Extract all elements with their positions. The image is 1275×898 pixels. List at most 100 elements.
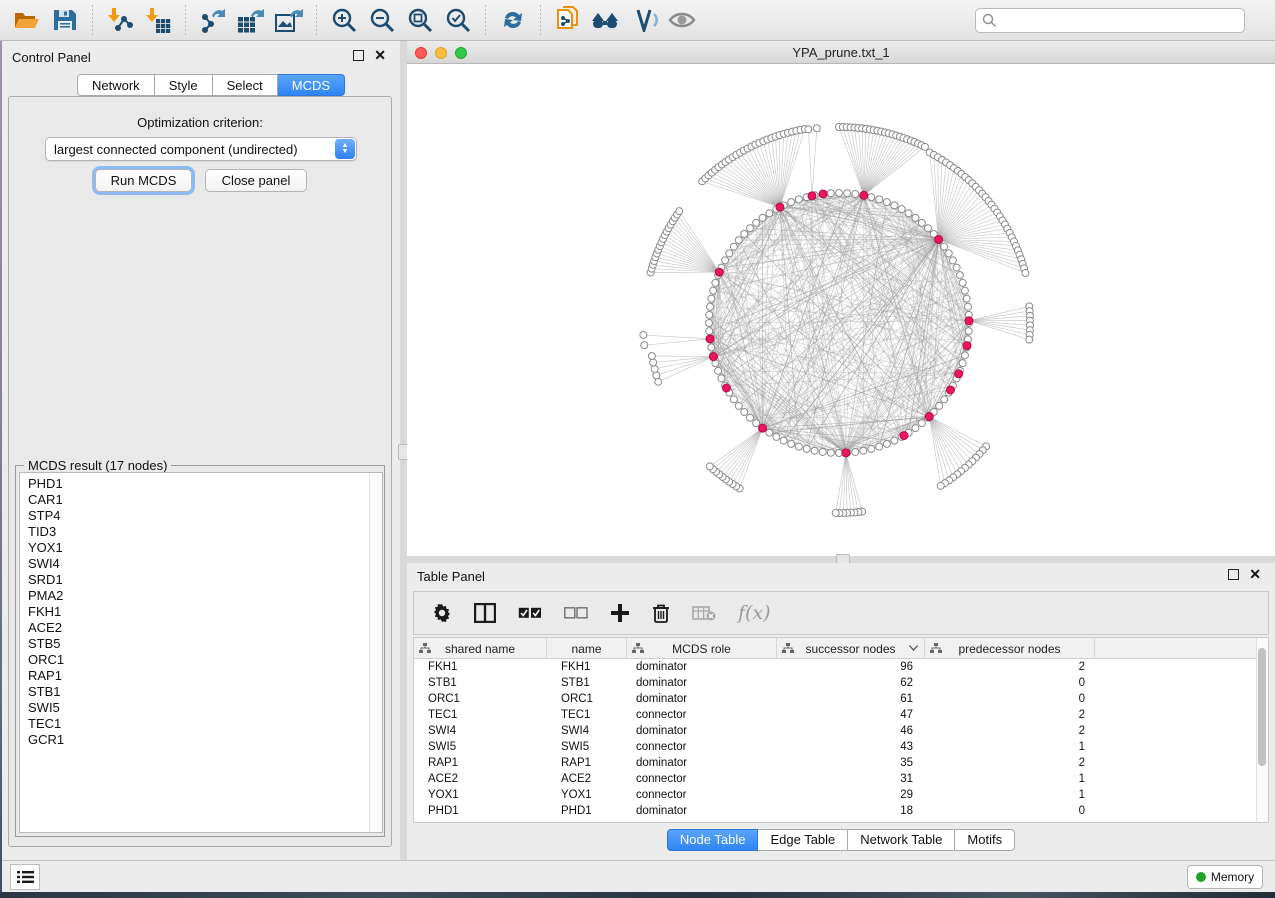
table-row[interactable]: YOX1YOX1connector291 (414, 787, 1257, 803)
graph-node[interactable] (868, 445, 875, 452)
graph-node[interactable] (891, 437, 898, 444)
clone-network-icon[interactable] (549, 3, 587, 37)
run-mcds-button[interactable]: Run MCDS (95, 169, 192, 192)
table-row[interactable]: FKH1FKH1dominator962 (414, 659, 1257, 675)
graph-mcds-node[interactable] (860, 191, 868, 199)
graph-node[interactable] (706, 328, 713, 335)
export-image-icon[interactable] (270, 3, 308, 37)
table-row[interactable]: SWI5SWI5connector431 (414, 739, 1257, 755)
mcds-result-item[interactable]: TEC1 (28, 716, 382, 732)
optimization-criterion-select[interactable]: largest connected component (undirected)… (45, 137, 357, 161)
graph-mcds-node[interactable] (819, 190, 827, 198)
zoom-fit-icon[interactable] (401, 3, 439, 37)
show-hide-icon[interactable] (663, 3, 701, 37)
graph-node[interactable] (860, 447, 867, 454)
graph-node[interactable] (747, 225, 754, 232)
graph-leaf-node[interactable] (706, 463, 713, 470)
graph-mcds-node[interactable] (900, 432, 908, 440)
graph-node[interactable] (759, 214, 766, 221)
column-header-successor-nodes[interactable]: successor nodes (777, 638, 925, 659)
graph-mcds-node[interactable] (776, 203, 784, 211)
tab-mcds[interactable]: MCDS (278, 74, 345, 96)
mcds-result-item[interactable]: SRD1 (28, 572, 382, 588)
float-panel-icon[interactable] (353, 50, 364, 61)
graph-node[interactable] (918, 420, 925, 427)
graph-node[interactable] (766, 429, 773, 436)
graph-mcds-node[interactable] (925, 413, 933, 421)
graph-node[interactable] (747, 414, 754, 421)
graph-node[interactable] (726, 250, 733, 257)
graph-node[interactable] (788, 199, 795, 206)
export-table-icon[interactable] (232, 3, 270, 37)
graph-leaf-node[interactable] (650, 359, 657, 366)
graph-node[interactable] (795, 196, 802, 203)
close-panel-icon[interactable]: ✕ (374, 50, 386, 61)
select-all-icon[interactable] (518, 607, 542, 620)
close-panel-button[interactable]: Close panel (205, 169, 307, 192)
column-header-empty[interactable] (1095, 638, 1257, 659)
graph-node[interactable] (753, 219, 760, 226)
column-view-icon[interactable] (474, 603, 496, 623)
graph-node[interactable] (941, 396, 948, 403)
graph-node[interactable] (712, 279, 719, 286)
graph-leaf-node[interactable] (805, 126, 812, 133)
graph-mcds-node[interactable] (965, 317, 973, 325)
graph-node[interactable] (803, 445, 810, 452)
column-header-shared-name[interactable]: shared name (414, 638, 547, 659)
mcds-result-item[interactable]: FKH1 (28, 604, 382, 620)
graph-node[interactable] (722, 257, 729, 264)
mcds-result-item[interactable]: STB5 (28, 636, 382, 652)
tab-motifs[interactable]: Motifs (955, 829, 1015, 851)
network-canvas[interactable] (407, 64, 1275, 556)
graph-node[interactable] (730, 396, 737, 403)
graph-mcds-node[interactable] (715, 268, 723, 276)
float-table-panel-icon[interactable] (1228, 569, 1239, 580)
graph-node[interactable] (788, 440, 795, 447)
mcds-result-item[interactable]: ACE2 (28, 620, 382, 636)
graph-node[interactable] (956, 272, 963, 279)
mcds-result-list[interactable]: PHD1CAR1STP4TID3YOX1SWI4SRD1PMA2FKH1ACE2… (19, 472, 383, 833)
graph-node[interactable] (710, 287, 717, 294)
memory-button[interactable]: Memory (1187, 865, 1263, 889)
graph-node[interactable] (964, 303, 971, 310)
graph-node[interactable] (924, 225, 931, 232)
graph-node[interactable] (941, 243, 948, 250)
table-row[interactable]: SWI4SWI4dominator462 (414, 723, 1257, 739)
graph-node[interactable] (961, 352, 968, 359)
graph-node[interactable] (891, 202, 898, 209)
tab-style[interactable]: Style (155, 74, 213, 96)
import-network-icon[interactable] (101, 3, 139, 37)
tab-edge-table[interactable]: Edge Table (758, 829, 848, 851)
tab-network-table[interactable]: Network Table (848, 829, 955, 851)
search-field[interactable] (975, 8, 1245, 33)
graph-node[interactable] (883, 199, 890, 206)
graph-leaf-node[interactable] (1022, 270, 1029, 277)
tab-select[interactable]: Select (213, 74, 278, 96)
graph-node[interactable] (718, 375, 725, 382)
mcds-result-item[interactable]: GCR1 (28, 732, 382, 748)
table-scrollbar[interactable] (1256, 638, 1268, 822)
zoom-out-icon[interactable] (363, 3, 401, 37)
graph-mcds-node[interactable] (842, 449, 850, 457)
graph-mcds-node[interactable] (709, 353, 717, 361)
graph-node[interactable] (708, 295, 715, 302)
mcds-result-item[interactable]: STP4 (28, 508, 382, 524)
graph-mcds-node[interactable] (963, 342, 971, 350)
deselect-all-icon[interactable] (564, 607, 588, 620)
table-row[interactable]: ACE2ACE2connector311 (414, 771, 1257, 787)
graph-node[interactable] (868, 194, 875, 201)
search-network-icon[interactable] (587, 3, 625, 37)
mcds-result-item[interactable]: PHD1 (28, 476, 382, 492)
column-header-MCDS-role[interactable]: MCDS role (627, 638, 777, 659)
table-row[interactable]: PHD1PHD1dominator180 (414, 803, 1257, 819)
graph-node[interactable] (965, 328, 972, 335)
graph-node[interactable] (953, 264, 960, 271)
mcds-result-item[interactable]: YOX1 (28, 540, 382, 556)
graph-node[interactable] (735, 402, 742, 409)
graph-leaf-node[interactable] (1026, 336, 1033, 343)
save-session-icon[interactable] (46, 3, 84, 37)
graph-node[interactable] (827, 449, 834, 456)
graph-node[interactable] (959, 360, 966, 367)
graph-leaf-node[interactable] (651, 365, 658, 372)
add-column-icon[interactable] (610, 603, 630, 623)
